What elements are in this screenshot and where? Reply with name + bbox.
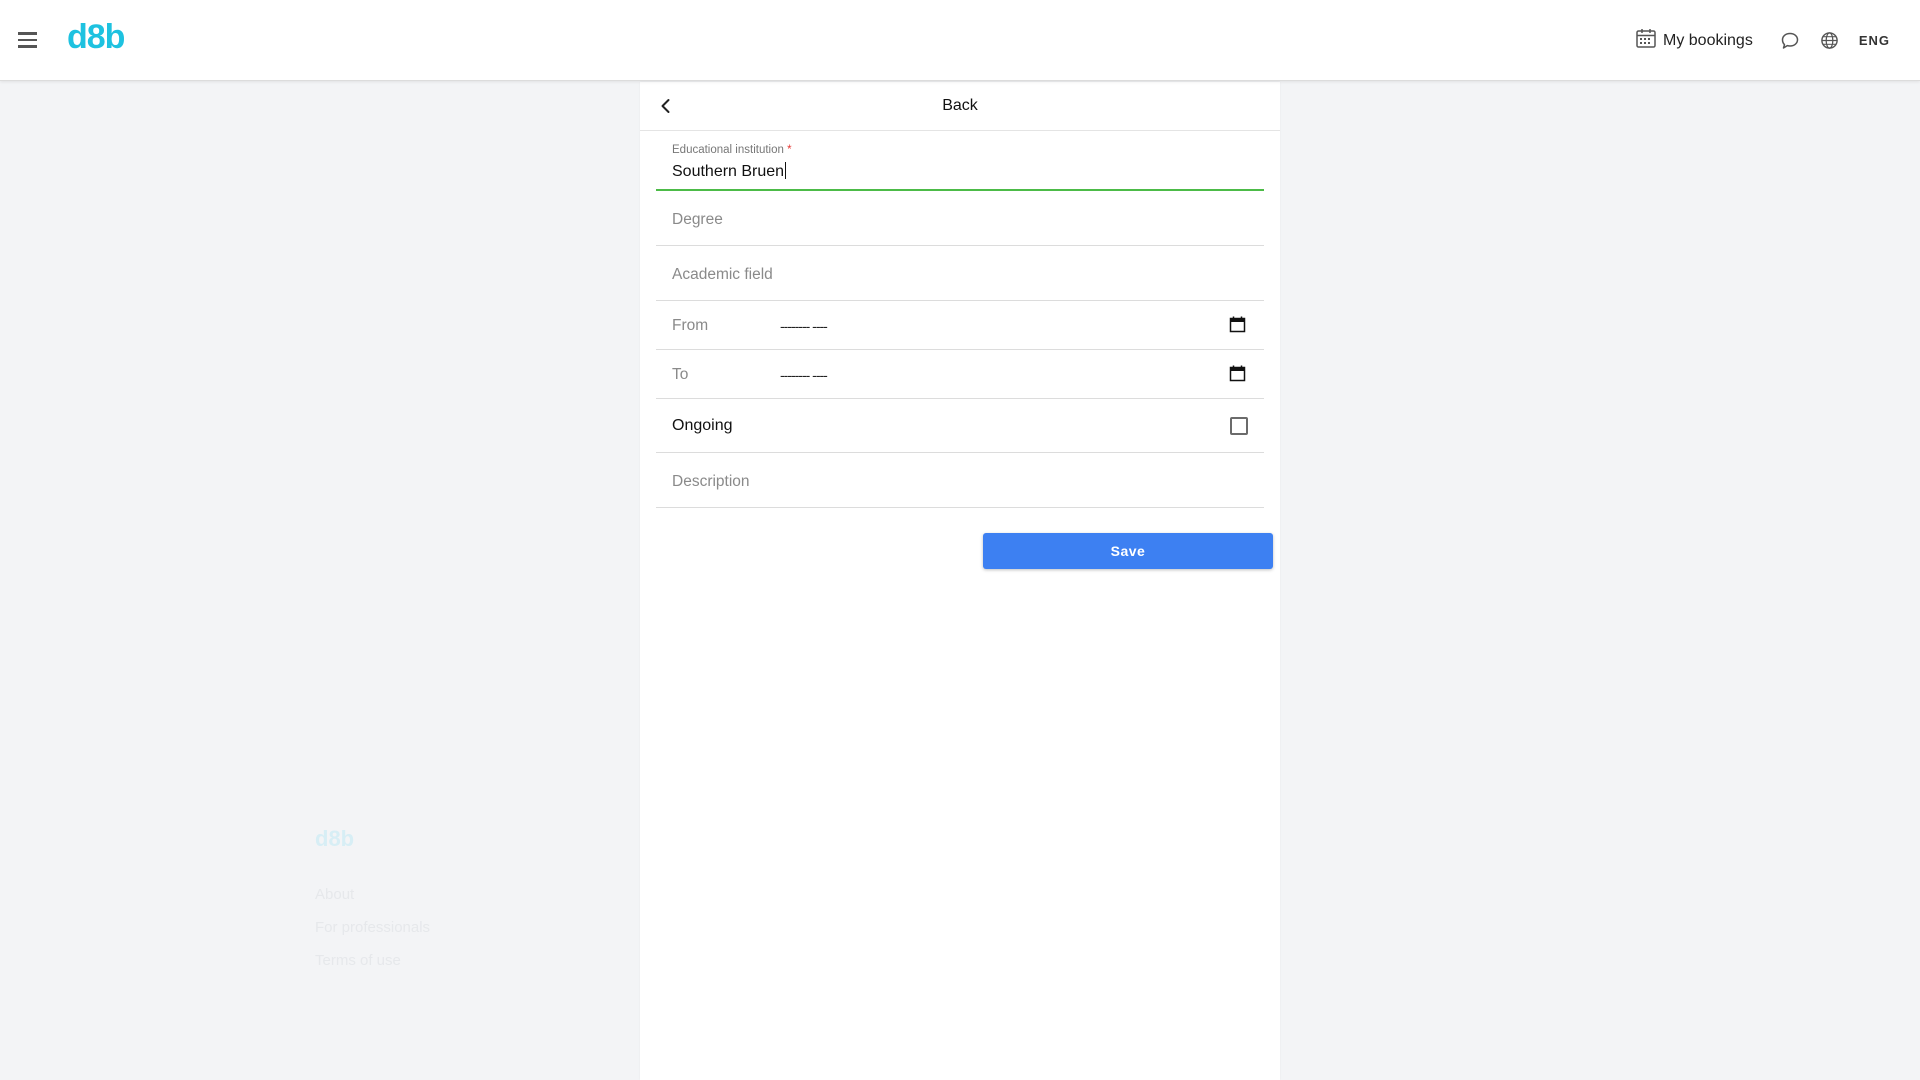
academic-field-placeholder: Academic field — [672, 266, 773, 283]
footer-link-professionals: For professionals — [315, 919, 431, 936]
ongoing-checkbox[interactable] — [1230, 417, 1248, 435]
description-placeholder: Description — [672, 473, 750, 490]
top-header: d8b My bookings ENG — [0, 0, 1920, 81]
globe-icon[interactable] — [1819, 30, 1841, 52]
brand-logo[interactable]: d8b — [67, 18, 125, 57]
panel-header: Back — [640, 82, 1280, 131]
header-actions: My bookings ENG — [1635, 0, 1890, 81]
form-actions: Save — [656, 508, 1273, 598]
from-calendar-icon[interactable] — [1229, 316, 1246, 333]
from-date-input[interactable]: -------- ---- — [780, 318, 828, 334]
language-selector[interactable]: ENG — [1859, 33, 1890, 48]
my-bookings-link[interactable]: My bookings — [1635, 27, 1753, 54]
footer-link-terms: Terms of use — [315, 952, 401, 969]
degree-field[interactable]: Degree — [656, 191, 1264, 246]
institution-field[interactable]: Educational institution * Southern Bruen — [656, 131, 1264, 191]
chat-icon[interactable] — [1779, 30, 1801, 52]
ongoing-label: Ongoing — [672, 417, 733, 434]
institution-input[interactable]: Southern Bruen — [672, 162, 787, 181]
academic-field-input[interactable]: Academic field — [656, 246, 1264, 301]
degree-placeholder: Degree — [672, 211, 723, 228]
calendar-icon — [1635, 27, 1657, 54]
hamburger-menu-icon[interactable] — [16, 28, 40, 52]
education-form: Educational institution * Southern Bruen… — [656, 131, 1273, 598]
institution-label: Educational institution * — [672, 144, 792, 156]
description-field[interactable]: Description — [656, 453, 1264, 508]
to-calendar-icon[interactable] — [1229, 365, 1246, 382]
from-label: From — [672, 317, 709, 334]
text-caret — [785, 162, 787, 179]
footer-link-about: About — [315, 886, 355, 903]
from-date-field[interactable]: From -------- ---- — [656, 301, 1264, 350]
save-button[interactable]: Save — [983, 533, 1273, 569]
education-edit-panel: Back Educational institution * Southern … — [640, 82, 1280, 1080]
to-label: To — [672, 366, 689, 383]
to-date-field[interactable]: To -------- ---- — [656, 350, 1264, 399]
my-bookings-label: My bookings — [1663, 31, 1753, 49]
back-arrow-icon[interactable] — [656, 96, 676, 116]
footer-logo: d8b — [315, 826, 355, 851]
required-mark: * — [787, 144, 792, 156]
panel-title[interactable]: Back — [942, 97, 978, 115]
ongoing-row: Ongoing — [656, 399, 1264, 453]
to-date-input[interactable]: -------- ---- — [780, 367, 828, 383]
